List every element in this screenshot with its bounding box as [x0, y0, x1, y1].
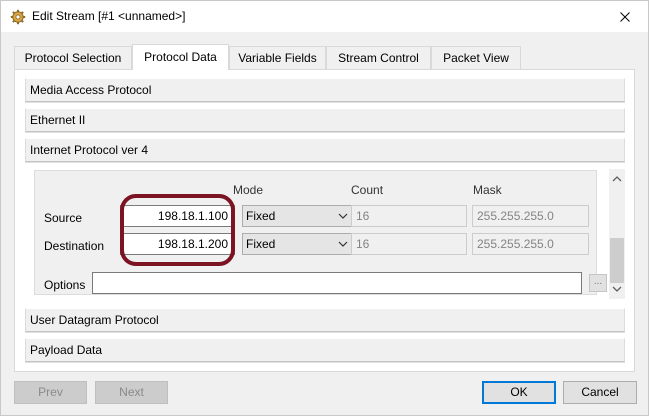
destination-mode-select[interactable]: Fixed: [242, 233, 354, 255]
source-mode-value: Fixed: [246, 209, 276, 223]
title-bar: Edit Stream [#1 <unnamed>]: [1, 1, 648, 32]
cancel-button[interactable]: Cancel: [563, 381, 637, 404]
column-header-mask: Mask: [473, 183, 502, 197]
options-browse-button[interactable]: ...: [589, 274, 607, 292]
source-count-field: 16: [351, 205, 467, 227]
section-payload-data[interactable]: Payload Data: [25, 338, 625, 362]
column-header-mode: Mode: [233, 183, 264, 197]
protocol-data-panel: Media Access Protocol Ethernet II Intern…: [14, 69, 635, 372]
source-mask-field: 255.255.255.0: [472, 205, 589, 227]
chevron-down-icon: [338, 213, 348, 219]
section-ethernet-ii[interactable]: Ethernet II: [25, 108, 625, 132]
source-label: Source: [44, 211, 83, 225]
source-mode-select[interactable]: Fixed: [242, 205, 354, 227]
chevron-down-icon[interactable]: [611, 283, 623, 295]
tab-variable-fields[interactable]: Variable Fields: [229, 46, 326, 69]
scrollbar-thumb[interactable]: [610, 238, 624, 283]
ipv4-fields-area: Mode Count Mask Source 198.18.1.100 Fixe…: [25, 169, 625, 299]
prev-button[interactable]: Prev: [14, 381, 87, 404]
close-button[interactable]: [602, 1, 648, 32]
close-icon: [620, 11, 630, 22]
tab-stream-control[interactable]: Stream Control: [326, 46, 431, 69]
destination-mask-field: 255.255.255.0: [472, 233, 589, 255]
options-label: Options: [44, 278, 86, 292]
edit-stream-dialog: Edit Stream [#1 <unnamed>] Protocol Sele…: [0, 0, 649, 416]
section-media-access-protocol[interactable]: Media Access Protocol: [25, 78, 625, 102]
tab-packet-view[interactable]: Packet View: [431, 46, 521, 69]
section-user-datagram-protocol[interactable]: User Datagram Protocol: [25, 308, 625, 332]
chevron-up-icon[interactable]: [611, 173, 623, 185]
vertical-scrollbar[interactable]: [609, 169, 625, 299]
gear-icon: [10, 9, 26, 25]
options-input[interactable]: [92, 272, 582, 294]
ok-button[interactable]: OK: [482, 381, 556, 404]
destination-label: Destination: [44, 239, 105, 253]
window-title: Edit Stream [#1 <unnamed>]: [32, 9, 186, 23]
tab-protocol-data[interactable]: Protocol Data: [132, 44, 229, 70]
tab-protocol-selection[interactable]: Protocol Selection: [14, 46, 132, 69]
tab-bar: Protocol Selection Protocol Data Variabl…: [14, 44, 634, 70]
destination-count-field: 16: [351, 233, 467, 255]
destination-mode-value: Fixed: [246, 237, 276, 251]
highlight-annotation: [120, 194, 235, 266]
chevron-down-icon: [338, 241, 348, 247]
ipv4-fields-pane: Mode Count Mask Source 198.18.1.100 Fixe…: [34, 170, 607, 295]
next-button[interactable]: Next: [95, 381, 168, 404]
section-internet-protocol-v4[interactable]: Internet Protocol ver 4: [25, 138, 625, 162]
column-header-count: Count: [351, 183, 384, 197]
